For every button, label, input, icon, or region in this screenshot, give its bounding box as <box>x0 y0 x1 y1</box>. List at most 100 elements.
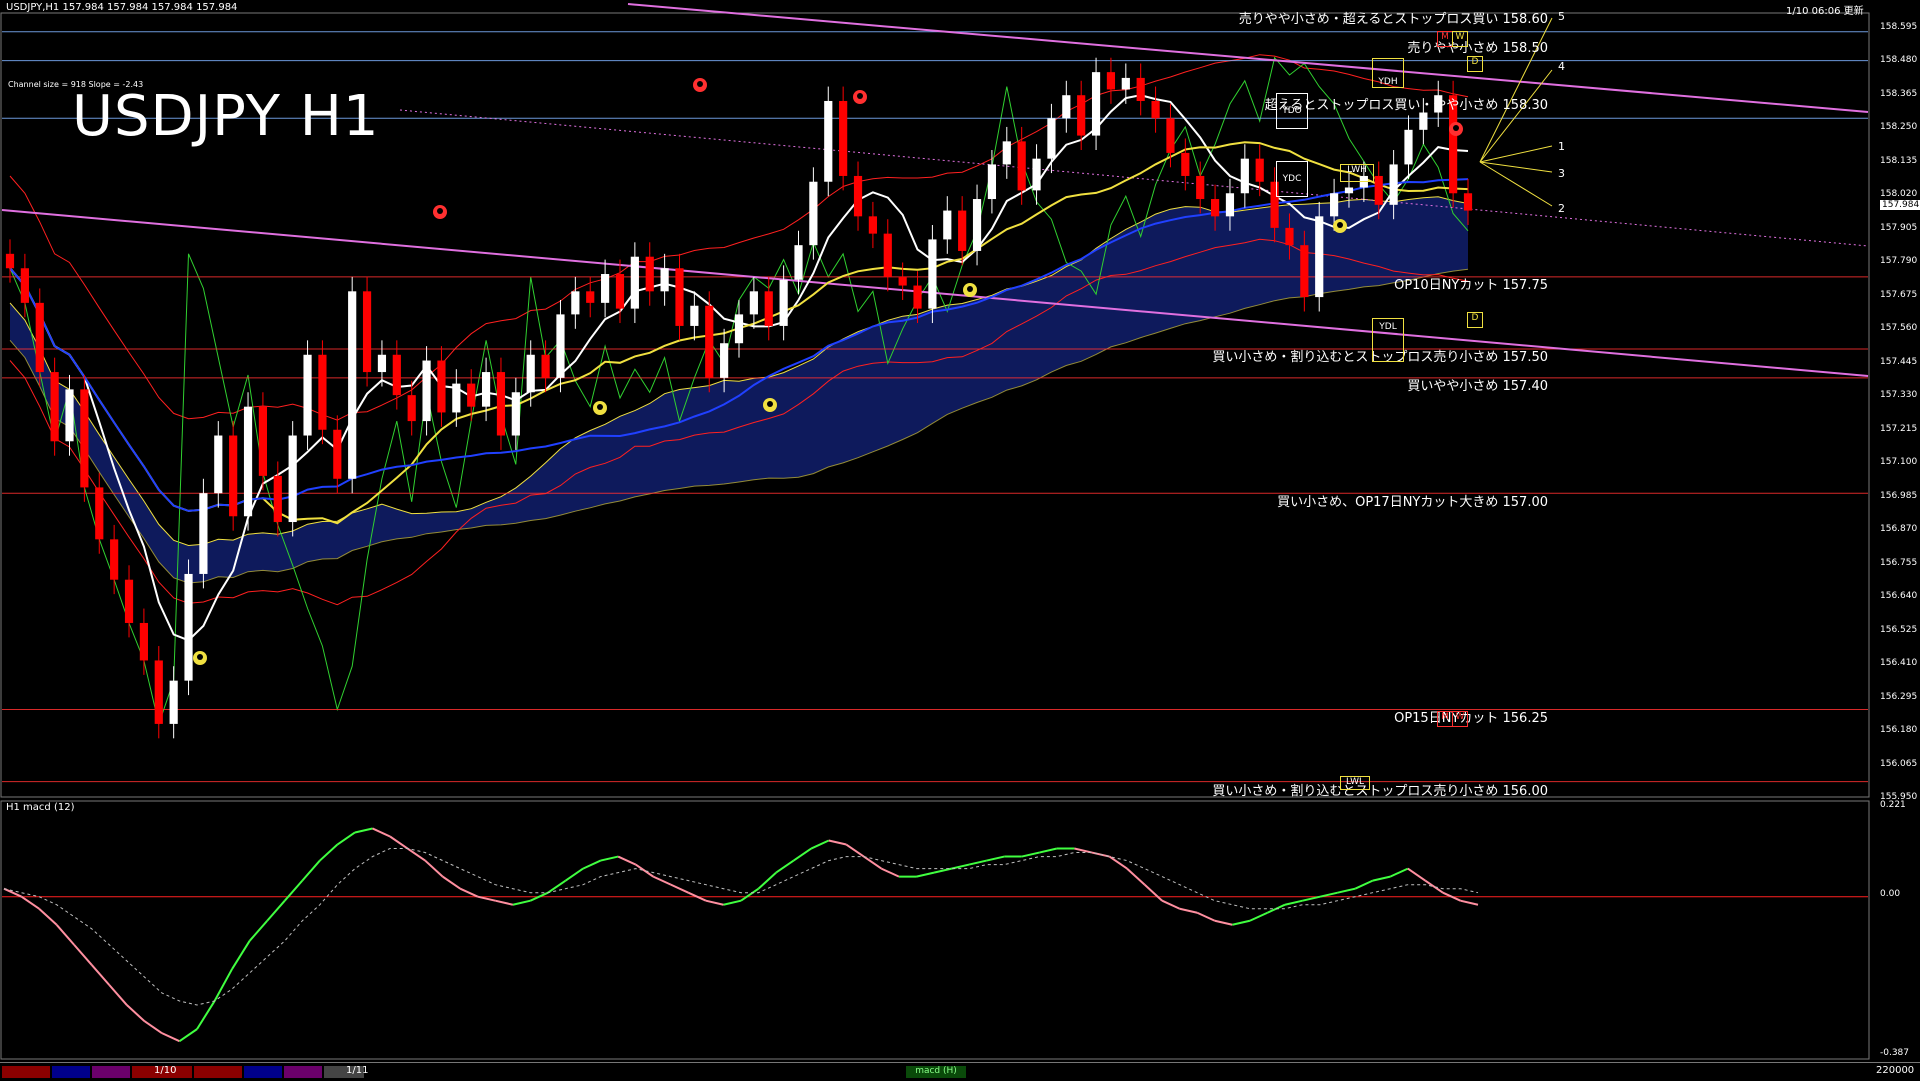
candle-body <box>615 274 625 309</box>
ydh-marker: YDH <box>1372 58 1404 88</box>
update-timestamp: 1/10 06:06 更新 <box>1786 6 1864 17</box>
candle-body <box>1136 77 1145 101</box>
candle-body <box>377 354 387 373</box>
candle-body <box>243 406 253 517</box>
candle-body <box>1091 72 1101 136</box>
candle-body <box>898 276 907 286</box>
candle-body <box>35 302 44 373</box>
candle-body <box>1330 193 1339 217</box>
macd-tab[interactable]: macd (H) <box>906 1066 966 1078</box>
candle-body <box>660 268 669 292</box>
lwh-marker: LWH <box>1340 164 1374 182</box>
candle-body <box>1210 199 1220 217</box>
level-label: 買いやや小さめ 157.40 <box>1407 379 1548 394</box>
price-axis-label: 156.065 <box>1880 758 1918 769</box>
candle-body <box>50 372 59 442</box>
price-axis-label: 157.330 <box>1880 390 1918 401</box>
price-axis-label: 158.480 <box>1880 55 1918 66</box>
candle-body <box>764 291 773 326</box>
price-axis-label: 156.180 <box>1880 725 1918 736</box>
signal-marker-hole <box>967 286 973 292</box>
candle-body <box>407 395 416 422</box>
candle-body <box>214 435 223 494</box>
m-marker-bottom: M <box>1437 711 1453 727</box>
signal-marker-hole <box>697 81 703 87</box>
candle-body <box>779 279 788 326</box>
time-segment <box>194 1066 242 1078</box>
price-axis-label: 157.100 <box>1880 457 1918 468</box>
signal-marker-hole <box>437 208 443 214</box>
candle-body <box>601 274 610 303</box>
candle-body <box>348 291 357 479</box>
level-label: 買い小さめ・割り込むとストップロス売り小さめ 156.00 <box>1212 784 1548 799</box>
price-axis-label: 156.295 <box>1880 691 1918 702</box>
current-price-tag: 157.984 <box>1880 200 1920 210</box>
candle-body <box>496 372 506 436</box>
candle-body <box>556 314 565 378</box>
candle-body <box>1106 72 1116 90</box>
macd-axis-top: 0.221 <box>1880 800 1906 810</box>
candle-body <box>1389 164 1398 205</box>
candle-body <box>437 360 446 413</box>
candle-body <box>452 383 461 413</box>
candle-body <box>1017 141 1026 191</box>
price-axis-label: 158.595 <box>1880 22 1918 32</box>
candle-body <box>839 100 848 176</box>
signal-marker-hole <box>767 401 773 407</box>
candle-body <box>526 354 535 393</box>
candle-body <box>229 435 238 517</box>
lwl-marker: LWL <box>1340 776 1370 790</box>
candle-body <box>571 291 580 315</box>
macd-axis-bottom: -0.387 <box>1880 1048 1910 1058</box>
fan-label: 2 <box>1558 202 1565 215</box>
price-axis-label: 157.905 <box>1880 222 1918 233</box>
candle-body <box>720 343 729 378</box>
fan-label: 4 <box>1558 60 1565 73</box>
candle-body <box>645 256 654 292</box>
d-marker-bottom: D <box>1467 312 1483 328</box>
ydo-marker: YDO <box>1276 93 1308 129</box>
price-axis-label: 157.790 <box>1880 256 1918 267</box>
candle-body <box>1374 175 1383 205</box>
candle-body <box>184 573 193 681</box>
signal-marker-hole <box>597 404 603 410</box>
level-label: 買い小さめ、OP17日NYカット大きめ 157.00 <box>1277 495 1548 510</box>
candle-body <box>883 233 892 277</box>
candle-body <box>333 429 342 479</box>
candle-body <box>958 210 967 251</box>
time-segment <box>92 1066 130 1078</box>
w-marker-top: W <box>1452 31 1468 47</box>
candle-body <box>809 181 818 246</box>
candle-body <box>749 291 758 315</box>
candle-body <box>1285 227 1294 246</box>
price-axis-label: 156.410 <box>1880 658 1918 669</box>
chart-title: USDJPY H1 <box>72 84 380 149</box>
price-axis-label: 157.215 <box>1880 423 1918 434</box>
candle-body <box>1463 193 1473 211</box>
signal-marker-hole <box>197 654 203 660</box>
candle-body <box>1196 175 1205 200</box>
signal-marker-hole <box>1453 125 1459 131</box>
time-segment <box>2 1066 50 1078</box>
level-label: 売りやや小さめ 158.50 <box>1407 41 1548 56</box>
macd-panel <box>0 800 1870 1060</box>
candle-body <box>1240 158 1249 194</box>
candle-body <box>705 305 714 378</box>
candle-body <box>1344 187 1354 194</box>
candle-body <box>853 175 863 217</box>
candle-body <box>362 291 372 373</box>
ydl-marker: YDL <box>1372 318 1404 362</box>
w-marker-bottom: W <box>1452 711 1468 727</box>
candle-body <box>1121 77 1130 90</box>
candle-body <box>95 487 104 540</box>
candle-body <box>1300 245 1309 298</box>
candle-body <box>392 354 401 396</box>
candle-body <box>467 383 476 407</box>
date-label: 1/10 <box>154 1065 177 1076</box>
candle-body <box>1225 193 1235 217</box>
candle-body <box>794 245 803 280</box>
candle-body <box>1315 216 1324 298</box>
price-axis-label: 158.020 <box>1880 189 1918 200</box>
price-axis-label: 156.985 <box>1880 490 1918 501</box>
candle-body <box>1404 129 1413 165</box>
